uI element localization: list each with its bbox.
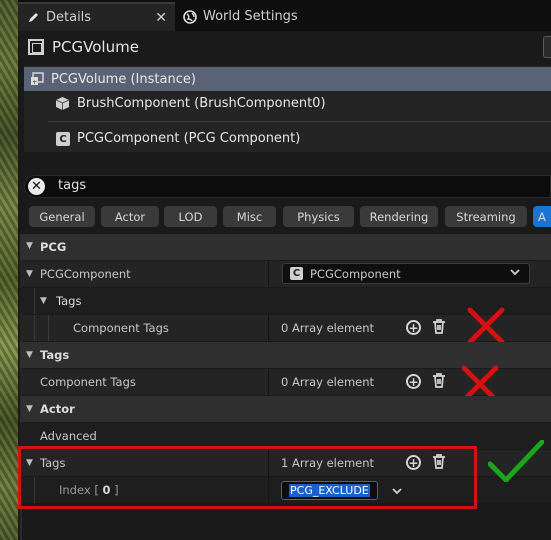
subcategory-tags-label: Tags [56, 294, 82, 308]
component-row-pcg[interactable]: PCGComponent (PCG Component) [77, 131, 300, 146]
category-actor-label: Actor [40, 402, 75, 416]
chevron-down-icon [509, 266, 521, 281]
filter-physics[interactable]: Physics [283, 206, 354, 227]
column-divider [268, 315, 269, 341]
tab-details-label: Details [46, 10, 92, 25]
filter-actor[interactable]: Actor [101, 206, 159, 227]
tree-divider [48, 121, 551, 122]
svg-text:+: + [32, 79, 37, 86]
filter-all[interactable]: A [533, 206, 551, 227]
indent-guide [34, 288, 35, 314]
actor-name: PCGVolume [52, 38, 139, 56]
filter-lod[interactable]: LOD [164, 206, 217, 227]
pencil-icon [26, 11, 40, 25]
component-row-brush[interactable]: BrushComponent (BrushComponent0) [77, 96, 326, 111]
close-icon[interactable]: ✕ [155, 10, 167, 26]
array-count: 0 Array element [281, 375, 375, 389]
red-highlight-box [18, 446, 477, 509]
advanced-label: Advanced [40, 429, 97, 443]
instance-icon: + [30, 72, 44, 86]
array-count: 0 Array element [281, 321, 375, 335]
trash-icon[interactable] [432, 319, 446, 334]
cpp-class-icon: C [290, 267, 303, 280]
filter-streaming[interactable]: Streaming [445, 206, 527, 227]
filter-rendering[interactable]: Rendering [360, 206, 438, 227]
category-pcg[interactable]: ▼ PCG [20, 234, 551, 260]
dropdown-value: PCGComponent [310, 267, 401, 281]
tab-world-settings-label: World Settings [203, 9, 298, 24]
expand-arrow-icon: ▼ [26, 241, 33, 251]
expand-arrow-icon[interactable]: ▼ [26, 269, 33, 279]
expand-arrow-icon: ▼ [26, 404, 33, 414]
green-check-annotation-icon [487, 439, 545, 483]
actor-options-button[interactable] [543, 36, 551, 58]
viewport-strip [0, 0, 18, 540]
pcgcomponent-dropdown[interactable]: C PCGComponent [282, 263, 530, 284]
cpp-class-icon: C [56, 132, 70, 146]
indent-guide [48, 315, 49, 341]
property-label: Component Tags [73, 321, 169, 335]
globe-icon [183, 9, 197, 24]
filter-misc[interactable]: Misc [223, 206, 276, 227]
add-element-icon[interactable]: + [406, 374, 421, 389]
search-input[interactable] [24, 175, 551, 198]
expand-arrow-icon: ▼ [26, 350, 33, 360]
red-x-annotation-icon [466, 306, 506, 346]
search-text: tags [58, 178, 87, 193]
category-actor[interactable]: ▼ Actor [20, 396, 551, 422]
trash-icon[interactable] [432, 373, 446, 388]
clear-search-icon[interactable]: ✕ [28, 178, 45, 195]
column-divider [268, 261, 269, 287]
property-label: Component Tags [40, 375, 136, 389]
actor-icon [28, 39, 44, 55]
tab-world-settings[interactable]: World Settings [183, 2, 343, 31]
cube-icon [55, 96, 70, 111]
filter-general[interactable]: General [29, 206, 95, 227]
component-label: PCGVolume (Instance) [51, 72, 196, 87]
add-element-icon[interactable]: + [406, 320, 421, 335]
tab-details[interactable]: Details ✕ [18, 2, 175, 31]
property-label: PCGComponent [40, 267, 131, 281]
column-divider [268, 369, 269, 395]
expand-arrow-icon: ▼ [40, 296, 47, 306]
category-pcg-label: PCG [40, 240, 67, 254]
indent-guide [34, 315, 35, 341]
category-tags-label: Tags [40, 348, 70, 362]
